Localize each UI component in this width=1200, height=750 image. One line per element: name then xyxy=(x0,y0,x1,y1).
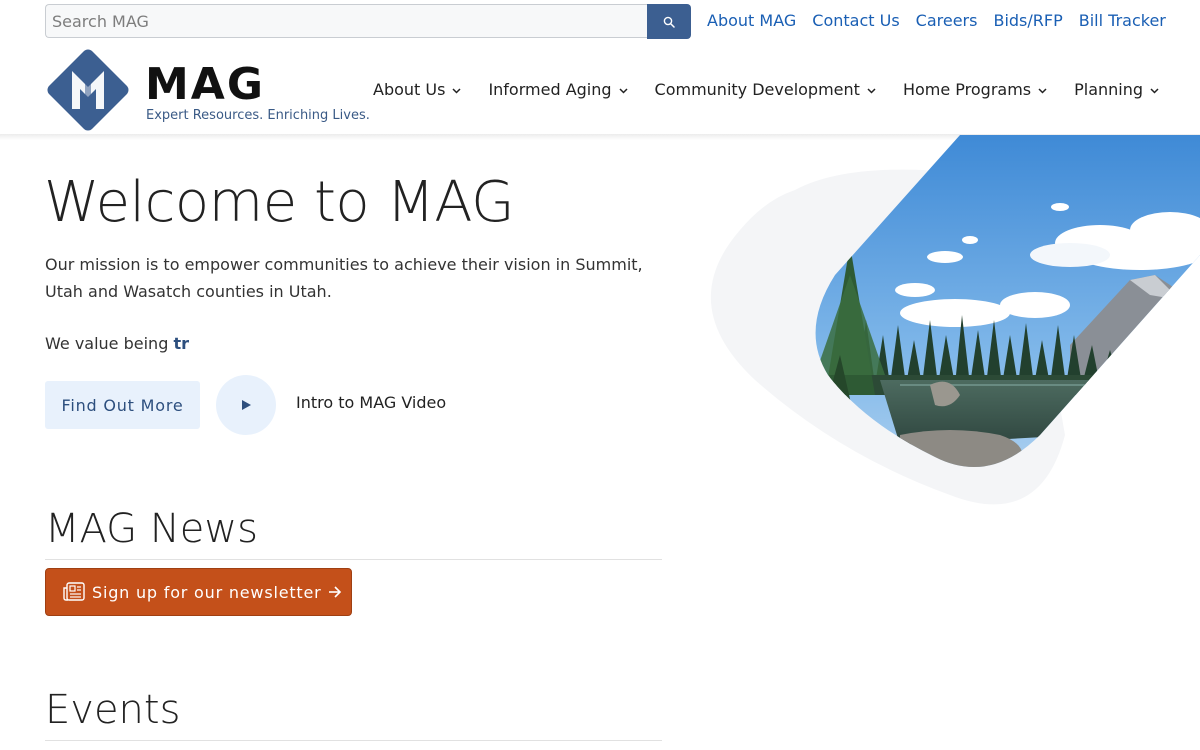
logo-name: MAG xyxy=(145,59,265,110)
mission-statement: Our mission is to empower communities to… xyxy=(45,255,643,301)
link-bill-tracker[interactable]: Bill Tracker xyxy=(1079,11,1166,30)
utility-links: About MAG Contact Us Careers Bids/RFP Bi… xyxy=(707,11,1182,30)
page-title: Welcome to MAG xyxy=(44,170,515,235)
play-video-button[interactable] xyxy=(216,375,276,435)
newspaper-icon xyxy=(63,582,85,601)
arrow-right-icon xyxy=(328,586,341,598)
find-out-more-button[interactable]: Find Out More xyxy=(45,381,200,429)
nav-label: Planning xyxy=(1074,80,1144,99)
events-section-title: Events xyxy=(45,687,181,733)
values-typewriter: We value being tr xyxy=(45,334,189,353)
divider xyxy=(45,740,662,741)
main-nav: About Us Informed Aging Community Develo… xyxy=(373,80,1186,99)
chevron-down-icon xyxy=(867,88,876,94)
intro-video-link[interactable]: Intro to MAG Video xyxy=(296,393,446,412)
link-contact-us[interactable]: Contact Us xyxy=(812,11,899,30)
chevron-down-icon xyxy=(1038,88,1047,94)
logo-tagline: Expert Resources. Enriching Lives. xyxy=(146,108,370,123)
link-careers[interactable]: Careers xyxy=(916,11,978,30)
link-bids-rfp[interactable]: Bids/RFP xyxy=(993,11,1062,30)
nav-community-development[interactable]: Community Development xyxy=(655,80,876,99)
nav-informed-aging[interactable]: Informed Aging xyxy=(488,80,628,99)
site-logo[interactable]: MAG Expert Resources. Enriching Lives. xyxy=(45,47,375,133)
chevron-down-icon xyxy=(619,88,628,94)
nav-about-us[interactable]: About Us xyxy=(373,80,461,99)
hero-landscape-image xyxy=(710,135,1200,505)
values-typed-word: tr xyxy=(173,334,189,353)
mag-logo-mark-icon xyxy=(47,49,129,131)
newsletter-signup-button[interactable]: Sign up for our newsletter xyxy=(45,568,352,616)
nav-home-programs[interactable]: Home Programs xyxy=(903,80,1047,99)
nav-label: About Us xyxy=(373,80,446,99)
values-prefix: We value being xyxy=(45,334,174,353)
news-section-title: MAG News xyxy=(45,506,258,552)
chevron-down-icon xyxy=(452,88,461,94)
nav-label: Community Development xyxy=(654,80,860,99)
chevron-down-icon xyxy=(1150,88,1159,94)
site-header: MAG Expert Resources. Enriching Lives. A… xyxy=(0,44,1200,135)
utility-bar: About MAG Contact Us Careers Bids/RFP Bi… xyxy=(0,0,1200,44)
site-search xyxy=(45,4,691,39)
link-about-mag[interactable]: About MAG xyxy=(707,11,796,30)
search-input[interactable] xyxy=(45,4,647,38)
play-icon xyxy=(242,400,251,410)
newsletter-label: Sign up for our newsletter xyxy=(92,582,322,602)
nav-label: Home Programs xyxy=(902,80,1032,99)
nav-planning[interactable]: Planning xyxy=(1074,80,1159,99)
nav-label: Informed Aging xyxy=(488,80,612,99)
search-button[interactable] xyxy=(647,4,691,39)
divider xyxy=(45,559,662,560)
search-icon xyxy=(663,16,675,28)
